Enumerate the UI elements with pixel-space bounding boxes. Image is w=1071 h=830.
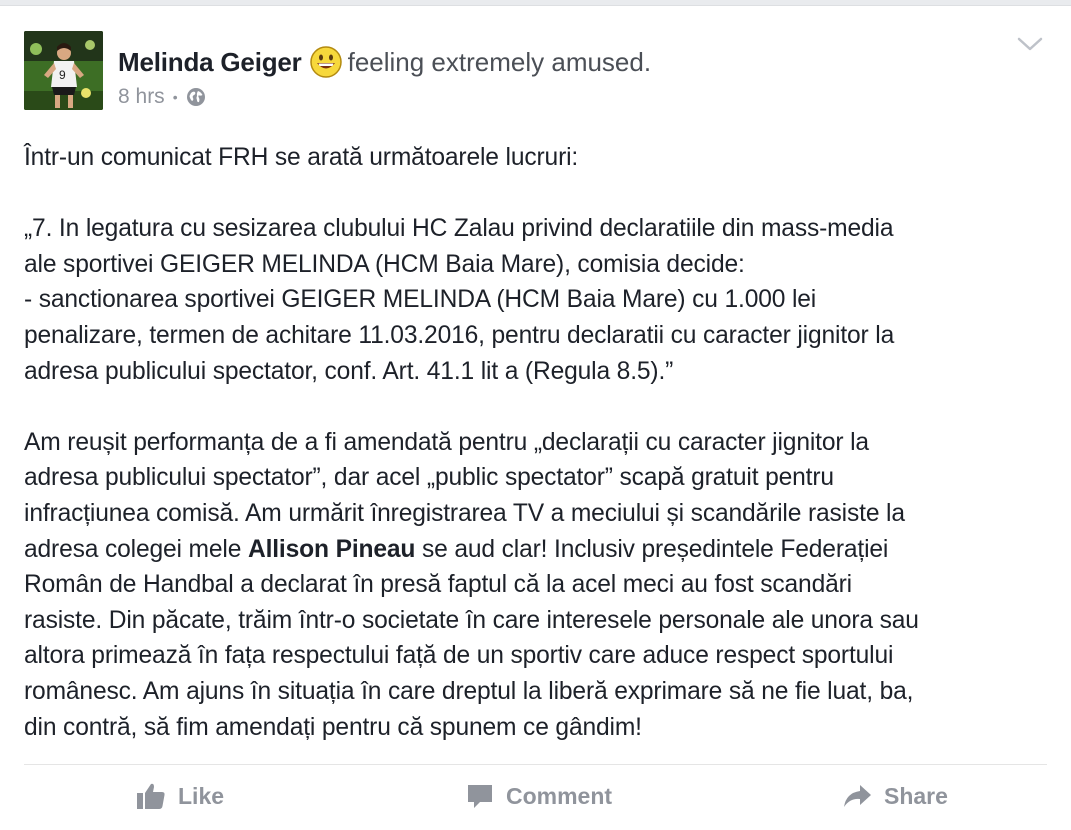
post-line: infracțiunea comisă. Am urmărit înregist… (24, 499, 905, 527)
post-line: Român de Handbal a declarat în presă fap… (24, 571, 852, 599)
action-bar: Like Comment Share (0, 774, 1071, 818)
like-button[interactable]: Like (136, 774, 224, 818)
post-line: ale sportivei GEIGER MELINDA (HCM Baia M… (24, 250, 745, 278)
comment-bubble-icon (468, 785, 492, 808)
meta-separator: • (172, 89, 178, 105)
thumbs-up-icon (137, 783, 165, 809)
post-meta: 8 hrs • (118, 84, 206, 110)
feeling-text: feeling extremely amused. (347, 46, 652, 77)
mention-link[interactable]: Allison Pineau (248, 536, 416, 563)
post-line: penalizare, termen de achitare 11.03.201… (24, 321, 895, 349)
like-label: Like (178, 782, 225, 809)
grinning-face-emoji-icon (309, 46, 342, 78)
globe-icon[interactable] (186, 87, 206, 107)
share-button[interactable]: Share (842, 774, 948, 818)
post-line: adresa publicului spectator, conf. Art. … (24, 357, 674, 385)
post-line: - sanctionarea sportivei GEIGER MELINDA … (24, 286, 817, 314)
post-line: rasiste. Din păcate, trăim într-o societ… (24, 606, 919, 634)
post-card: 9 Melinda Geiger feeling extremely amuse… (0, 5, 1071, 830)
post-line-blank (24, 176, 1054, 212)
avatar[interactable]: 9 (24, 31, 103, 110)
post-line-mention: adresa colegei mele Allison Pineau se au… (24, 532, 1054, 568)
actions-divider (24, 764, 1047, 765)
author-name[interactable]: Melinda Geiger (118, 47, 302, 78)
chevron-down-icon[interactable] (1017, 36, 1043, 52)
post-line-part: adresa colegei mele (24, 535, 248, 563)
timestamp[interactable]: 8 hrs (118, 85, 165, 109)
share-label: Share (884, 782, 948, 809)
post-body: Într-un comunicat FRH se arată următoare… (24, 140, 1054, 745)
post-line: „7. In legatura cu sesizarea clubului HC… (24, 215, 894, 243)
comment-label: Comment (506, 782, 613, 809)
post-line: românesc. Am ajuns în situația în care d… (24, 677, 914, 705)
comment-button[interactable]: Comment (466, 774, 612, 818)
share-arrow-icon (844, 785, 871, 807)
post-line: din contră, să fim amendați pentru că sp… (24, 713, 642, 741)
post-line: adresa publicului spectator”, dar acel „… (24, 464, 834, 492)
post-header: Melinda Geiger feeling extremely amused. (118, 42, 651, 82)
post-line: altora primează în fața respectului față… (24, 642, 894, 670)
post-line: Am reușit performanța de a fi amendată p… (24, 428, 869, 456)
post-line-part: se aud clar! Inclusiv președintele Feder… (415, 535, 889, 563)
post-line-blank (24, 389, 1054, 425)
post-line: Într-un comunicat FRH se arată următoare… (24, 144, 579, 171)
svg-text:9: 9 (59, 68, 66, 82)
